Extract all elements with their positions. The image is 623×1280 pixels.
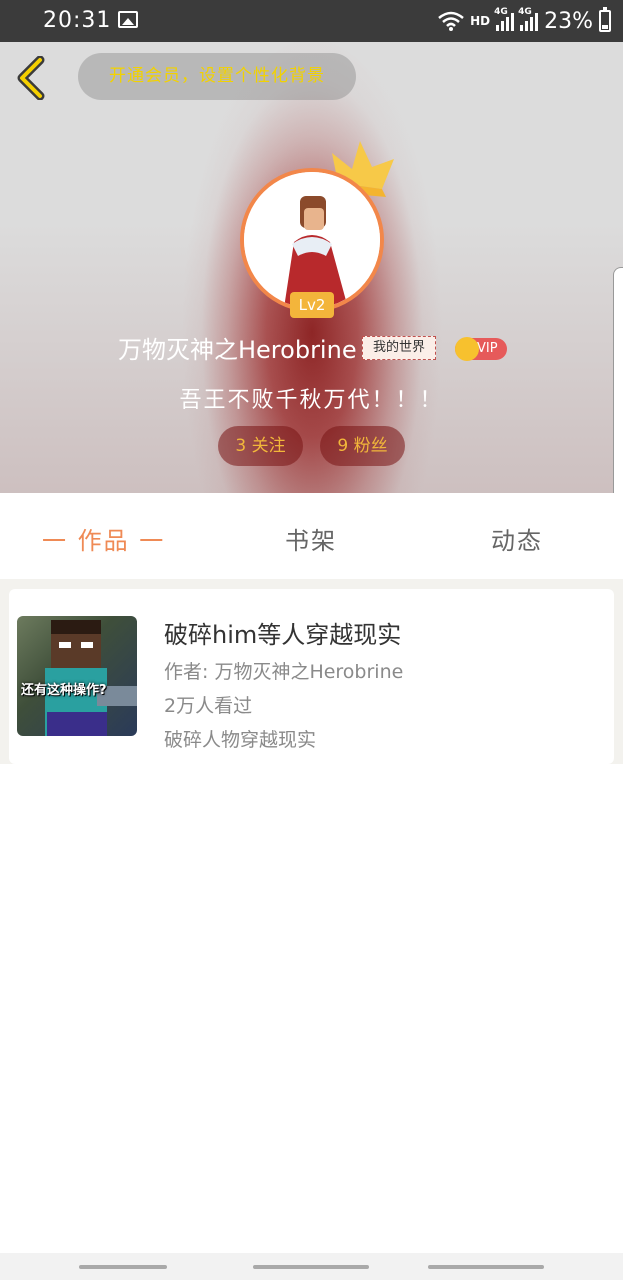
work-author: 作者: 万物灭神之Herobrine	[164, 661, 404, 683]
work-cover-image: 还有这种操作?	[17, 616, 137, 736]
status-bar: 20:31 HD 4G 4G 23%	[0, 0, 623, 42]
user-signature: 吾王不败千秋万代！！！	[179, 388, 444, 413]
work-card[interactable]: 还有这种操作? 破碎him等人穿越现实 作者: 万物灭神之Herobrine 2…	[9, 589, 614, 764]
work-views: 2万人看过	[164, 695, 253, 717]
following-button[interactable]: 3 关注	[218, 426, 303, 466]
vip-background-prompt[interactable]: 开通会员，设置个性化背景	[78, 53, 356, 100]
battery-percent: 23%	[544, 8, 593, 34]
work-description: 破碎人物穿越现实	[164, 729, 317, 751]
battery-icon	[599, 7, 611, 32]
side-drawer-handle[interactable]	[613, 267, 623, 493]
avatar-image	[240, 168, 384, 312]
status-icons: HD 4G 4G 23%	[438, 7, 611, 35]
name-row: 万物灭神之Herobrine 我的世界 VIP	[0, 326, 623, 370]
followers-button[interactable]: 9 粉丝	[320, 426, 405, 466]
vip-crown-icon	[455, 337, 479, 361]
game-tag: 我的世界	[362, 336, 436, 360]
sim1-label: 4G	[494, 7, 508, 17]
work-title[interactable]: 破碎him等人穿越现实	[164, 615, 401, 650]
status-time: 20:31	[43, 8, 112, 33]
signal-icon-sim2: 4G	[518, 7, 539, 31]
profile-header: 开通会员，设置个性化背景 Lv2 万物灭神之Herobrine 我的世界 VIP…	[0, 42, 623, 493]
level-badge: Lv2	[290, 292, 334, 318]
nav-recents-button[interactable]	[79, 1265, 167, 1269]
tab-works[interactable]: 一 作品 一	[42, 521, 165, 556]
wifi-icon	[438, 11, 464, 31]
system-nav-bar	[0, 1253, 623, 1280]
vip-badge[interactable]: VIP	[455, 337, 507, 361]
back-button[interactable]	[14, 56, 54, 100]
cover-caption: 还有这种操作?	[21, 683, 107, 698]
profile-tabs: 一 作品 一 书架 动态	[0, 493, 623, 579]
sim2-label: 4G	[518, 7, 532, 17]
hd-indicator: HD	[470, 14, 491, 28]
tab-activity[interactable]: 动态	[491, 521, 543, 556]
signal-icon-sim1: 4G	[494, 7, 515, 31]
tab-bookshelf[interactable]: 书架	[285, 521, 337, 556]
user-name: 万物灭神之Herobrine	[118, 336, 357, 364]
nav-back-button[interactable]	[428, 1265, 544, 1269]
avatar[interactable]	[240, 168, 384, 312]
gallery-notification-icon	[118, 11, 138, 28]
vip-label: VIP	[477, 341, 498, 356]
nav-home-button[interactable]	[253, 1265, 369, 1269]
